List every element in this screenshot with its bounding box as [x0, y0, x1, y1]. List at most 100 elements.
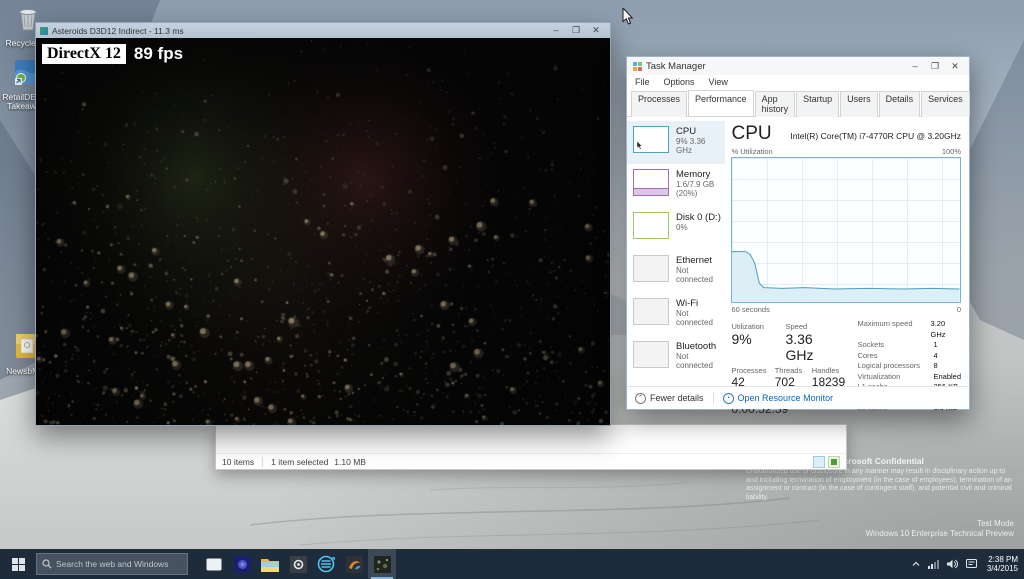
stat-value: 8 — [933, 361, 937, 372]
sidebar-wifi-detail: Not connected — [676, 309, 721, 327]
taskbar-active-app[interactable] — [368, 549, 396, 579]
explorer-selection-size: 1.10 MB — [334, 457, 366, 467]
sidebar-bluetooth-detail: Not connected — [676, 352, 721, 370]
volume-icon[interactable] — [947, 559, 958, 569]
sidebar-disk-label: Disk 0 (D:) — [676, 212, 721, 223]
stat-value: 1 — [933, 340, 937, 351]
stat-label: Threads — [775, 366, 806, 375]
action-center-icon[interactable] — [966, 559, 977, 569]
wifi-mini-graph — [633, 298, 669, 325]
file-explorer-window[interactable]: 10 items 1 item selected 1.10 MB — [215, 424, 847, 470]
menu-file[interactable]: File — [635, 77, 650, 87]
sidebar-item-wifi[interactable]: Wi-Fi Not connected — [627, 293, 725, 336]
sidebar-item-ethernet[interactable]: Ethernet Not connected — [627, 250, 725, 293]
sidebar-bluetooth-label: Bluetooth — [676, 341, 721, 352]
thumbnails-view-icon[interactable] — [828, 456, 840, 468]
clock-date: 3/4/2015 — [987, 564, 1018, 574]
demo-viewport: DirectX 12 89 fps — [36, 38, 610, 425]
show-hidden-icons-chevron[interactable] — [912, 561, 920, 567]
minimize-button[interactable]: – — [546, 23, 566, 38]
internet-explorer-icon — [317, 555, 335, 573]
test-mode-watermark: Test Mode Windows 10 Enterprise Technica… — [866, 519, 1014, 539]
sidebar-disk-detail: 0% — [676, 223, 721, 232]
minimize-button[interactable]: – — [905, 59, 925, 74]
search-icon — [42, 559, 52, 569]
os-edition-line: Windows 10 Enterprise Technical Preview — [866, 529, 1014, 539]
taskbar-file-explorer[interactable] — [256, 549, 284, 579]
desktop: Recycle Bin RetailDEMO Takeaway NewsbMul… — [0, 0, 1024, 579]
maximize-button[interactable]: ❐ — [566, 23, 586, 38]
mouse-cursor-icon — [637, 141, 644, 150]
mouse-cursor-icon — [622, 8, 634, 26]
sidebar-memory-label: Memory — [676, 169, 721, 180]
y-max-label: 100% — [942, 147, 961, 156]
system-tray: 2:38 PM 3/4/2015 — [912, 555, 1024, 574]
tab-startup[interactable]: Startup — [796, 91, 839, 117]
taskbar-search[interactable] — [36, 553, 188, 575]
cpu-chip-name: Intel(R) Core(TM) i7-4770R CPU @ 3.20GHz — [790, 131, 961, 141]
menu-options[interactable]: Options — [664, 77, 695, 87]
swoosh-app-icon — [346, 556, 363, 573]
start-button[interactable] — [0, 549, 36, 579]
sidebar-wifi-label: Wi-Fi — [676, 298, 721, 309]
tab-details[interactable]: Details — [879, 91, 921, 117]
chevron-up-circle-icon: ⌃ — [635, 393, 646, 404]
task-manager-window: Task Manager – ❐ ✕ File Options View Pro… — [626, 56, 970, 410]
sidebar-item-disk[interactable]: Disk 0 (D:) 0% — [627, 207, 725, 250]
explorer-status-bar: 10 items 1 item selected 1.10 MB — [216, 453, 846, 469]
sidebar-item-cpu[interactable]: CPU 9% 3.36 GHz — [627, 121, 725, 164]
directx-badge: DirectX 12 — [42, 44, 126, 64]
ethernet-mini-graph — [633, 255, 669, 282]
stat-label: Speed — [785, 322, 843, 331]
asteroid-scene — [36, 38, 610, 425]
details-view-icon[interactable] — [813, 456, 825, 468]
bluetooth-mini-graph — [633, 341, 669, 368]
fps-counter: 89 fps — [134, 44, 183, 64]
taskbar-app-dark-circle[interactable] — [284, 549, 312, 579]
stat-label: Logical processors — [857, 361, 933, 372]
tab-users[interactable]: Users — [840, 91, 878, 117]
stat-label: Maximum speed — [857, 319, 930, 340]
network-icon[interactable] — [928, 560, 939, 569]
taskbar-clock[interactable]: 2:38 PM 3/4/2015 — [985, 555, 1018, 574]
taskbar-app-swoosh[interactable] — [340, 549, 368, 579]
task-manager-app-icon — [633, 62, 642, 71]
sidebar-memory-detail: 1.6/7.9 GB (20%) — [676, 180, 721, 198]
sidebar-item-bluetooth[interactable]: Bluetooth Not connected — [627, 336, 725, 379]
tab-services[interactable]: Services — [921, 91, 970, 117]
stat-value: 3.36 GHz — [785, 331, 843, 363]
asteroids-demo-window: Asteroids D3D12 Indirect - 11.3 ms – ❐ ✕… — [35, 22, 611, 426]
maximize-button[interactable]: ❐ — [925, 59, 945, 74]
tab-processes[interactable]: Processes — [631, 91, 687, 117]
demo-window-title: Asteroids D3D12 Indirect - 11.3 ms — [52, 26, 546, 36]
view-toggles — [813, 456, 840, 468]
task-manager-tabs: Processes Performance App history Startu… — [627, 90, 969, 117]
y-axis-label: % Utilization — [731, 147, 772, 156]
tab-app-history[interactable]: App history — [755, 91, 796, 117]
cpu-utilization-graph — [731, 157, 961, 303]
fewer-details-button[interactable]: ⌃ Fewer details — [635, 393, 704, 404]
close-button[interactable]: ✕ — [945, 59, 965, 74]
watermark-body: Unauthorized use or disclosure in any ma… — [746, 468, 1012, 502]
cpu-mini-graph — [633, 126, 669, 153]
sidebar-ethernet-label: Ethernet — [676, 255, 721, 266]
task-manager-footer: ⌃ Fewer details ◔ Open Resource Monitor — [627, 386, 969, 409]
sidebar-item-memory[interactable]: Memory 1.6/7.9 GB (20%) — [627, 164, 725, 207]
task-view-button[interactable] — [200, 549, 228, 579]
demo-app-icon — [40, 27, 48, 35]
open-resource-monitor-link[interactable]: ◔ Open Resource Monitor — [723, 393, 834, 404]
task-manager-title: Task Manager — [646, 61, 905, 72]
stat-value: 4 — [933, 351, 937, 362]
fps-hud: DirectX 12 89 fps — [42, 44, 183, 64]
tab-performance[interactable]: Performance — [688, 90, 754, 116]
menu-view[interactable]: View — [709, 77, 728, 87]
taskbar-app-blue-circle[interactable] — [228, 549, 256, 579]
taskbar-internet-explorer[interactable] — [312, 549, 340, 579]
demo-title-bar[interactable]: Asteroids D3D12 Indirect - 11.3 ms – ❐ ✕ — [36, 23, 610, 38]
task-manager-title-bar[interactable]: Task Manager – ❐ ✕ — [627, 57, 969, 75]
active-app-icon — [374, 556, 391, 573]
search-input[interactable] — [56, 559, 182, 569]
resource-monitor-icon: ◔ — [723, 393, 734, 404]
performance-pane: CPU 9% 3.36 GHz Memory 1.6/7.9 GB (20%) … — [627, 117, 969, 385]
close-button[interactable]: ✕ — [586, 23, 606, 38]
